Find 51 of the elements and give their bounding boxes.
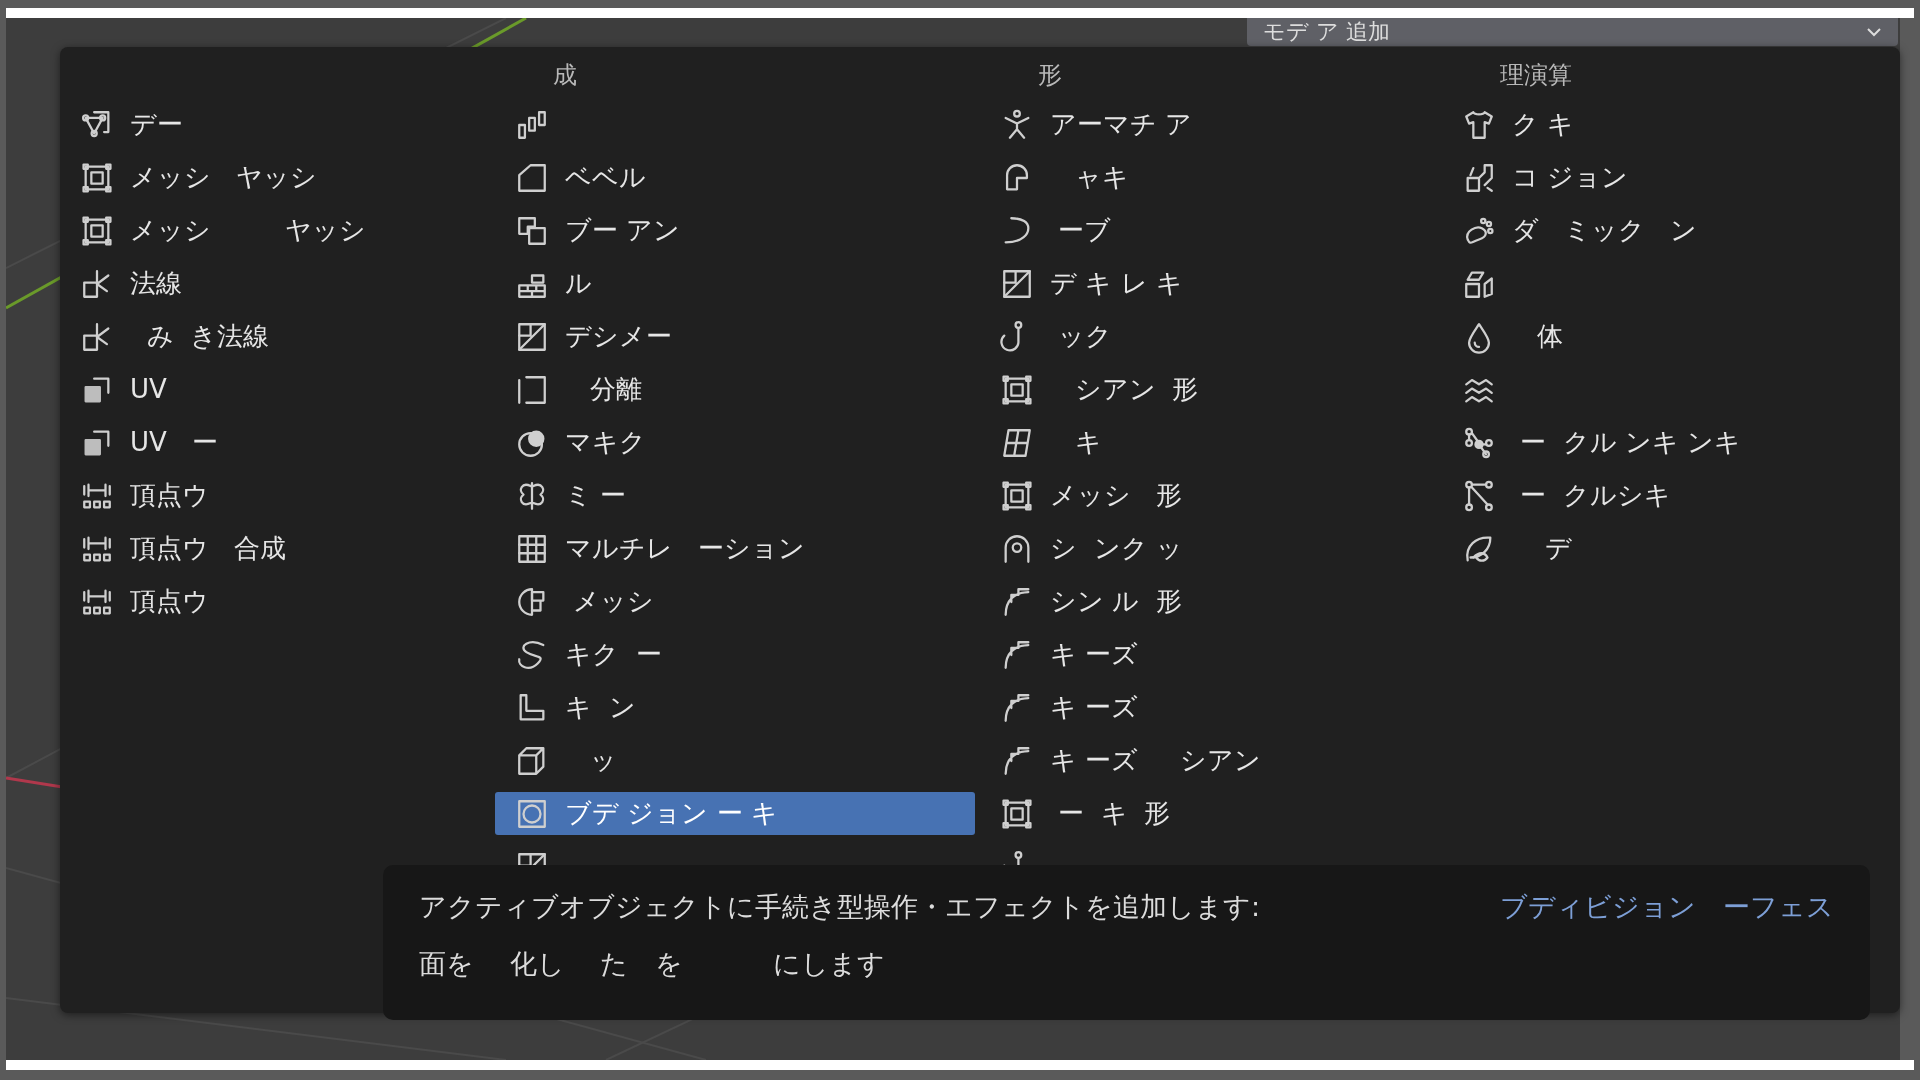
menu-item[interactable]: キ ン (495, 686, 975, 729)
menu-item[interactable]: ャキ (980, 156, 1437, 199)
menu-item[interactable]: ッ (495, 739, 975, 782)
menu-item[interactable]: 体 (1442, 315, 1895, 358)
menu-item[interactable]: メッシ 形 (980, 474, 1437, 517)
menu-item[interactable]: ブデ ジョン ー キ (495, 792, 975, 835)
menu-item[interactable]: 法線 (60, 262, 490, 305)
menu-item[interactable]: ブー アン (495, 209, 975, 252)
tooltip-modifier-name: ブディビジョン ーフェス (1500, 890, 1834, 924)
menu-item[interactable]: デ (1442, 527, 1895, 570)
menu-item[interactable]: ーブ (980, 209, 1437, 252)
menu-item[interactable]: ック (980, 315, 1437, 358)
menu-item[interactable]: ク キ (1442, 103, 1895, 146)
menu-item[interactable]: ミ ー (495, 474, 975, 517)
menu-item[interactable]: 頂点ウ (60, 474, 490, 517)
column-heading: 成 (553, 60, 577, 91)
menu-item[interactable]: コ ジョン (1442, 156, 1895, 199)
menu-item[interactable]: マルチレ ーション (495, 527, 975, 570)
menu-item[interactable]: シン ル 形 (980, 580, 1437, 623)
menu-item[interactable]: ー クルシキ (1442, 474, 1895, 517)
menu-item[interactable]: デー (60, 103, 490, 146)
menu-item[interactable]: キク ー (495, 633, 975, 676)
menu-item[interactable]: シアン 形 (980, 368, 1437, 411)
menu-item[interactable]: UV (60, 368, 490, 411)
menu-item[interactable]: ー キ 形 (980, 792, 1437, 835)
tooltip-description: アクティブオブジェクトに手続き型操作・エフェクトを追加します: (419, 890, 1261, 924)
column-heading: 形 (1038, 60, 1062, 91)
menu-item[interactable]: メッシ (495, 580, 975, 623)
menu-item[interactable]: メッシ ヤッシ (60, 156, 490, 199)
menu-item[interactable]: キ (980, 421, 1437, 464)
menu-item[interactable]: ル (495, 262, 975, 305)
menu-item[interactable]: ベベル (495, 156, 975, 199)
menu-item[interactable]: キ ーズ (980, 633, 1437, 676)
menu-item[interactable]: 頂点ウ 合成 (60, 527, 490, 570)
tooltip-detail: 面を 化し た を にします (419, 946, 885, 981)
menu-item[interactable]: 分離 (495, 368, 975, 411)
menu-item[interactable]: アーマチ ア (980, 103, 1437, 146)
menu-item[interactable]: キ ーズ シアン (980, 739, 1437, 782)
menu-item[interactable]: シ ンク ッ (980, 527, 1437, 570)
menu-item[interactable]: デ キ レ キ (980, 262, 1437, 305)
modifier-dropdown[interactable]: モデ ア 追加 (1247, 18, 1898, 46)
column-heading: 理演算 (1500, 60, 1572, 91)
menu-item[interactable]: メッシ ヤッシ (60, 209, 490, 252)
menu-item[interactable]: 頂点ウ (60, 580, 490, 623)
menu-item[interactable]: UV ー (60, 421, 490, 464)
menu-item[interactable]: ダ ミック ン (1442, 209, 1895, 252)
menu-item[interactable]: マキク (495, 421, 975, 464)
menu-item[interactable]: デシメー (495, 315, 975, 358)
menu-item[interactable]: み き法線 (60, 315, 490, 358)
menu-item[interactable]: キ ーズ (980, 686, 1437, 729)
menu-item[interactable]: ー クル ンキ ンキ (1442, 421, 1895, 464)
